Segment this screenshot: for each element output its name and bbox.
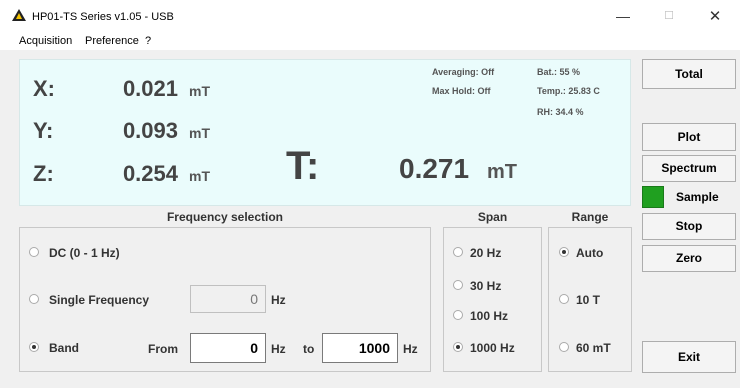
sample-label: Sample: [676, 190, 719, 204]
menu-acquisition[interactable]: Acquisition: [19, 35, 72, 47]
span-30hz-label[interactable]: 30 Hz: [470, 279, 501, 293]
close-button[interactable]: ✕: [692, 0, 738, 33]
humidity-status: RH: 34.4 %: [537, 107, 584, 117]
exit-button[interactable]: Exit: [642, 341, 736, 373]
band-from-unit: Hz: [271, 342, 286, 356]
spectrum-button[interactable]: Spectrum: [642, 155, 736, 182]
range-60mt-label[interactable]: 60 mT: [576, 341, 611, 355]
range-auto-label[interactable]: Auto: [576, 246, 603, 260]
range-10t-label[interactable]: 10 T: [576, 293, 600, 307]
plot-button[interactable]: Plot: [642, 123, 736, 151]
range-60mt-radio[interactable]: [559, 342, 569, 352]
span-title: Span: [477, 210, 508, 224]
total-label: T:: [286, 144, 320, 188]
span-20hz-radio[interactable]: [453, 247, 463, 257]
z-axis-unit: mT: [189, 168, 210, 184]
band-to-unit: Hz: [403, 342, 418, 356]
menu-help[interactable]: ?: [145, 35, 151, 47]
y-axis-unit: mT: [189, 125, 210, 141]
x-axis-label: X:: [33, 76, 55, 101]
zero-button[interactable]: Zero: [642, 245, 736, 272]
single-frequency-unit: Hz: [271, 293, 286, 307]
sample-indicator-led: [642, 186, 664, 208]
total-unit: mT: [487, 161, 517, 183]
band-from-input[interactable]: 0: [190, 333, 266, 363]
span-30hz-radio[interactable]: [453, 280, 463, 290]
span-100hz-radio[interactable]: [453, 310, 463, 320]
span-1000hz-radio[interactable]: [453, 342, 463, 352]
app-warning-icon: [12, 9, 26, 21]
range-title: Range: [571, 210, 609, 224]
y-axis-value: 0.093: [122, 118, 178, 143]
span-1000hz-label[interactable]: 1000 Hz: [470, 341, 515, 355]
max-hold-status: Max Hold: Off: [432, 86, 491, 96]
temperature-status: Temp.: 25.83 C: [537, 86, 600, 96]
span-100hz-label[interactable]: 100 Hz: [470, 309, 508, 323]
band-to-input[interactable]: 1000: [322, 333, 398, 363]
x-axis-value: 0.021: [122, 76, 178, 101]
frequency-selection-title: Frequency selection: [166, 210, 284, 224]
dc-label[interactable]: DC (0 - 1 Hz): [49, 246, 120, 260]
battery-status: Bat.: 55 %: [537, 67, 581, 77]
minimize-button[interactable]: —: [600, 0, 646, 33]
band-radio[interactable]: [29, 342, 39, 352]
range-10t-radio[interactable]: [559, 294, 569, 304]
x-axis-unit: mT: [189, 83, 210, 99]
dc-radio[interactable]: [29, 247, 39, 257]
span-20hz-label[interactable]: 20 Hz: [470, 246, 501, 260]
total-value: 0.271: [399, 153, 470, 184]
stop-button[interactable]: Stop: [642, 213, 736, 240]
total-button[interactable]: Total: [642, 59, 736, 89]
window-title: HP01-TS Series v1.05 - USB: [32, 11, 174, 23]
range-auto-radio[interactable]: [559, 247, 569, 257]
single-frequency-input[interactable]: 0: [190, 285, 266, 313]
band-label[interactable]: Band: [49, 341, 79, 355]
z-axis-label: Z:: [33, 161, 54, 186]
y-axis-label: Y:: [33, 118, 54, 143]
single-frequency-label[interactable]: Single Frequency: [49, 293, 149, 307]
band-to-label: to: [303, 342, 315, 356]
single-frequency-radio[interactable]: [29, 294, 39, 304]
averaging-status: Averaging: Off: [432, 67, 495, 77]
band-from-label: From: [148, 342, 178, 356]
z-axis-value: 0.254: [122, 161, 178, 186]
maximize-button[interactable]: ☐: [646, 0, 692, 33]
menu-preference[interactable]: Preference: [85, 35, 139, 47]
